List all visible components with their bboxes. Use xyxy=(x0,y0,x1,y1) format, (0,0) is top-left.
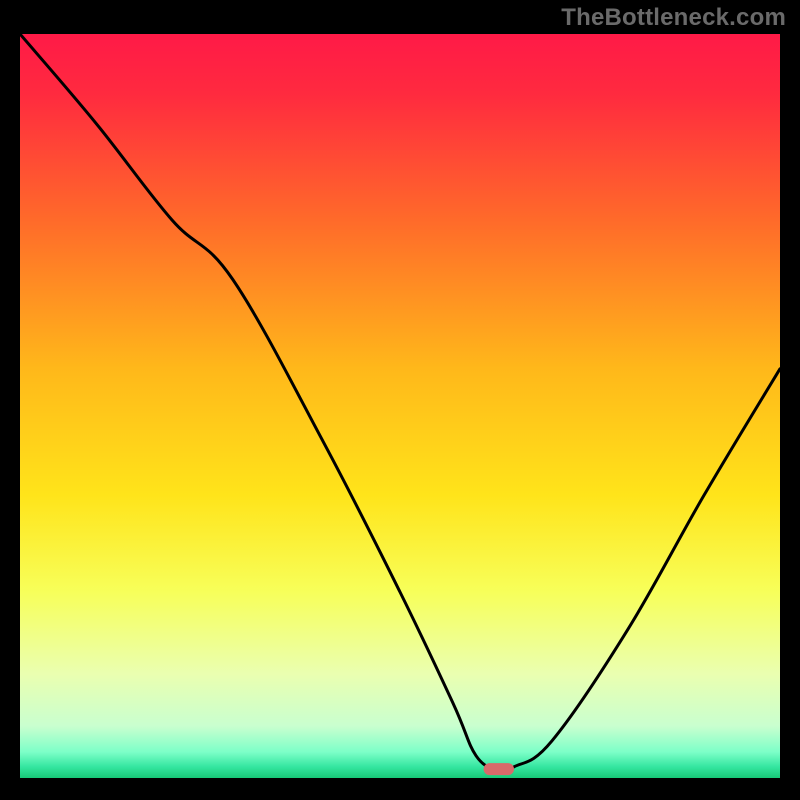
watermark-text: TheBottleneck.com xyxy=(561,4,786,32)
min-marker xyxy=(484,763,514,775)
chart-svg xyxy=(20,34,780,778)
chart-plot-area xyxy=(20,34,780,778)
gradient-background xyxy=(20,34,780,778)
chart-frame: TheBottleneck.com xyxy=(0,0,800,800)
